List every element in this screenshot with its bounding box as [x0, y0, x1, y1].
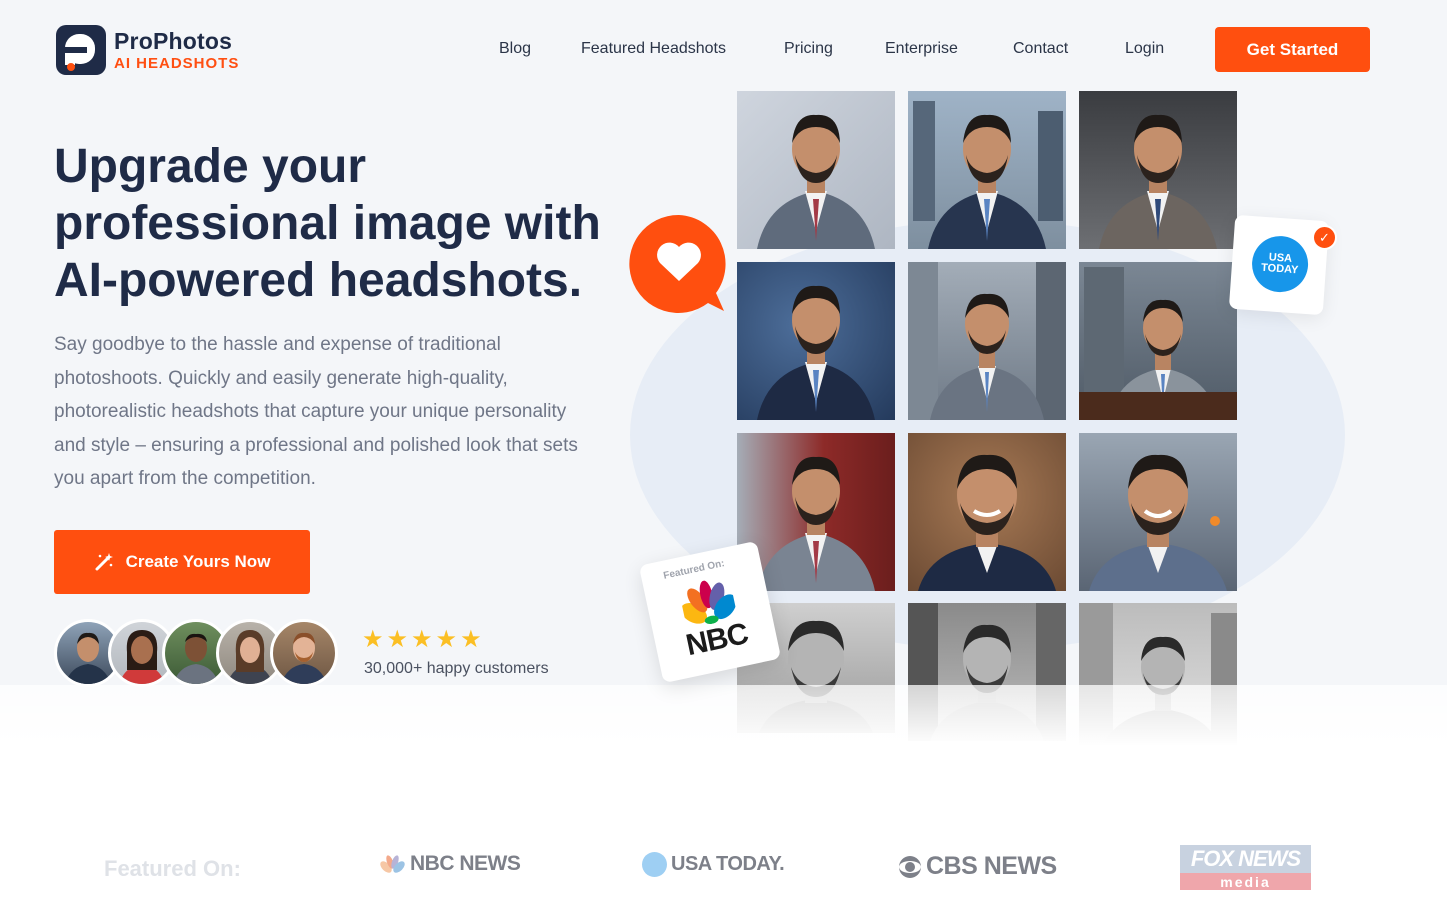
nbc-news-text: NBC NEWS [410, 852, 521, 875]
nav-featured-headshots[interactable]: Featured Headshots [581, 40, 726, 58]
nav-pricing[interactable]: Pricing [784, 40, 833, 58]
hero-description: Say goodbye to the hassle and expense of… [54, 334, 578, 489]
usa-today-text: USA TODAY. [671, 853, 785, 875]
headshot-photo [908, 433, 1066, 591]
headshot-photo [737, 262, 895, 420]
peacock-icon [380, 855, 405, 873]
check-icon: ✓ [1312, 225, 1337, 250]
nbc-featured-badge: Featured On: NBC [638, 540, 782, 684]
nav-contact[interactable]: Contact [1013, 40, 1068, 58]
headshot-photo [1079, 262, 1237, 420]
get-started-button[interactable]: Get Started [1215, 27, 1370, 72]
cbs-news-text: CBS NEWS [926, 852, 1057, 880]
usa-today-dot-icon [642, 852, 667, 877]
customer-count: 30,000+ happy customers [364, 660, 549, 677]
star-icon: ★ [435, 626, 458, 653]
nbc-news-logo: NBC NEWS [380, 852, 521, 876]
star-icon: ★ [460, 626, 482, 653]
star-icon: ★ [362, 626, 384, 653]
usa-today-logo: USA TODAY. [642, 852, 785, 877]
hero-title: Upgrade your professional image with AI-… [54, 140, 601, 307]
headshot-photo [908, 91, 1066, 249]
logo-icon [56, 25, 106, 75]
fox-news-text: FOX NEWS [1190, 846, 1301, 871]
logo-title: ProPhotos [114, 27, 233, 54]
star-icon: ★ [386, 626, 409, 653]
site-header: ProPhotos AI HEADSHOTS Blog Featured Hea… [0, 0, 1447, 100]
headshot-photo [1079, 433, 1237, 591]
cbs-news-logo: CBS NEWS [898, 852, 1057, 881]
nav-blog[interactable]: Blog [499, 40, 531, 58]
usa-today-logo: USA TODAY [1250, 234, 1310, 294]
create-yours-button[interactable]: Create Yours Now [54, 530, 310, 594]
headshot-photo [1079, 91, 1237, 249]
nav-login[interactable]: Login [1125, 40, 1164, 58]
logo-subtitle: AI HEADSHOTS [114, 54, 240, 72]
cbs-eye-icon [899, 855, 921, 878]
create-yours-label: Create Yours Now [125, 552, 271, 571]
fox-news-media-logo: FOX NEWS media [1180, 845, 1311, 890]
avatar [270, 619, 338, 687]
brand-logo[interactable]: ProPhotos AI HEADSHOTS [56, 25, 239, 75]
nav-enterprise[interactable]: Enterprise [885, 40, 958, 58]
headshot-photo [908, 262, 1066, 420]
featured-on-title: Featured On: [104, 856, 241, 881]
star-icon: ★ [411, 626, 433, 653]
heart-bubble-icon [628, 213, 730, 315]
headshot-photo [737, 91, 895, 249]
fox-media-text: media [1220, 873, 1271, 890]
magic-wand-icon [95, 553, 113, 571]
rating-stars: ★ ★ ★ ★ ★ [362, 628, 482, 652]
